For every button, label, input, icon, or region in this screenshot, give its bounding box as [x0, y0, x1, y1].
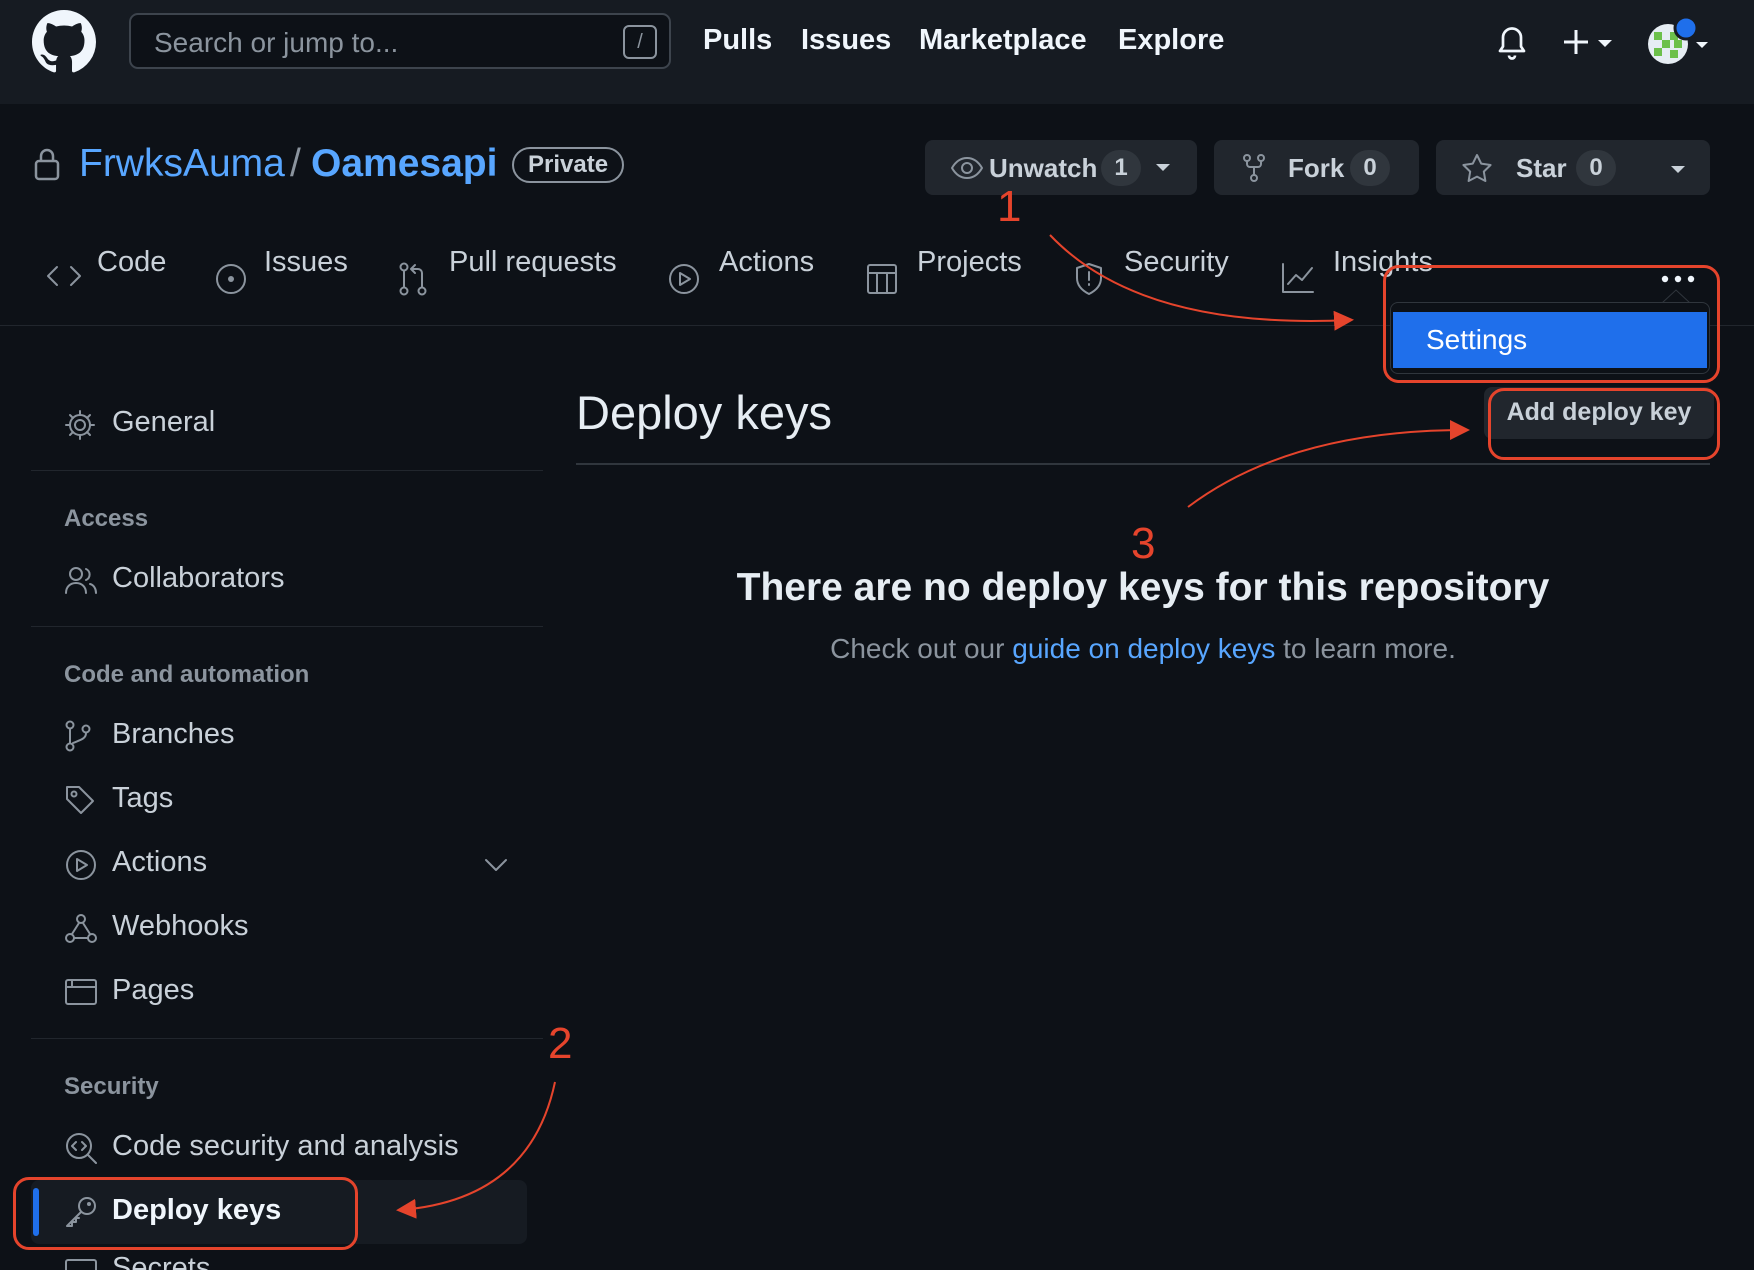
annotation-arrows — [396, 234, 1470, 1219]
